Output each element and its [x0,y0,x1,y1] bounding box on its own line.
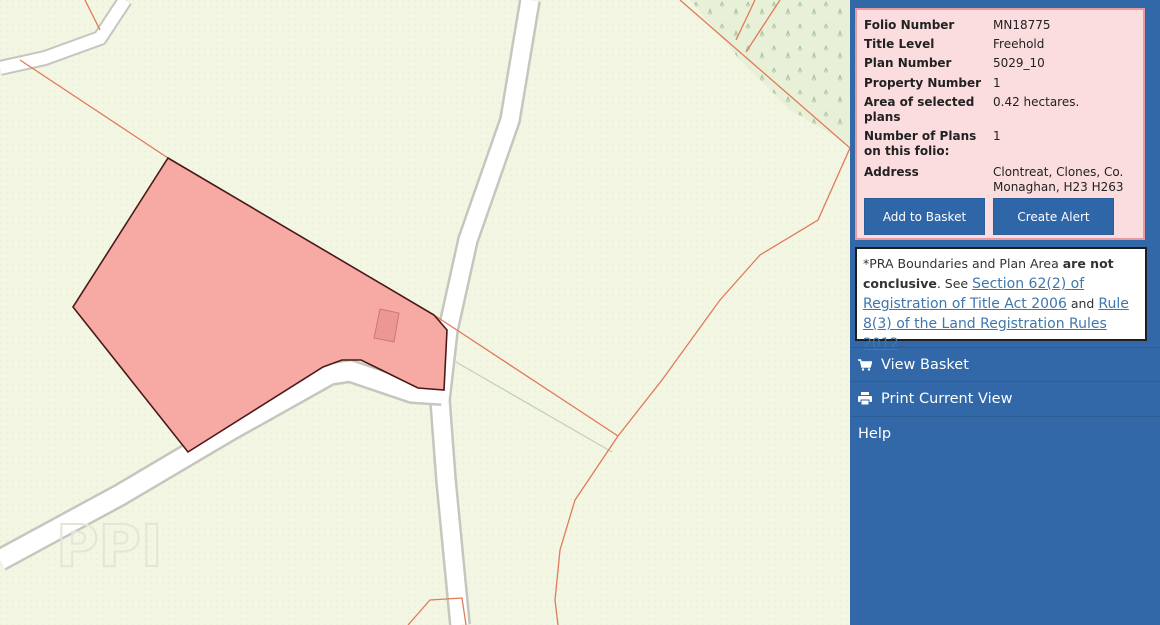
help-label: Help [858,426,892,442]
map-watermark: PPI [56,512,163,580]
disclaimer-mid: . See [936,276,973,291]
map-view[interactable]: PPI [0,0,850,625]
info-value: 5029_10 [993,56,1045,70]
add-to-basket-button[interactable]: Add to Basket [864,198,985,235]
info-value: MN18775 [993,18,1051,32]
info-value: 0.42 hectares. [993,95,1080,109]
info-label: Plan Number [864,56,952,70]
info-label: Folio Number [864,18,955,32]
map-canvas[interactable]: PPI [0,0,850,625]
folio-info-panel: Folio Number MN18775 Title Level Freehol… [855,8,1145,240]
help-link[interactable]: Help [850,416,1160,451]
sidebar: Folio Number MN18775 Title Level Freehol… [850,0,1160,625]
info-value: 1 [993,76,1001,90]
print-current-view-label: Print Current View [881,391,1013,407]
create-alert-button[interactable]: Create Alert [993,198,1114,235]
info-label: Area of selected plans [864,95,975,124]
disclaimer-prefix: *PRA Boundaries and Plan Area [863,256,1063,271]
cart-icon [858,348,876,382]
info-label: Property Number [864,76,982,90]
info-label: Address [864,165,919,179]
view-basket-label: View Basket [881,357,969,373]
info-label: Number of Plans on this folio: [864,129,977,158]
print-current-view-link[interactable]: Print Current View [850,381,1160,416]
printer-icon [858,382,876,416]
info-value: Freehold [993,37,1045,51]
disclaimer-box: *PRA Boundaries and Plan Area are not co… [855,247,1147,352]
view-basket-link[interactable]: View Basket [850,347,1160,382]
info-label: Title Level [864,37,935,51]
info-value: Clontreat, Clones, Co. Monaghan, H23 H26… [993,165,1124,194]
info-value: 1 [993,129,1001,143]
disclaimer-and: and [1066,296,1099,311]
